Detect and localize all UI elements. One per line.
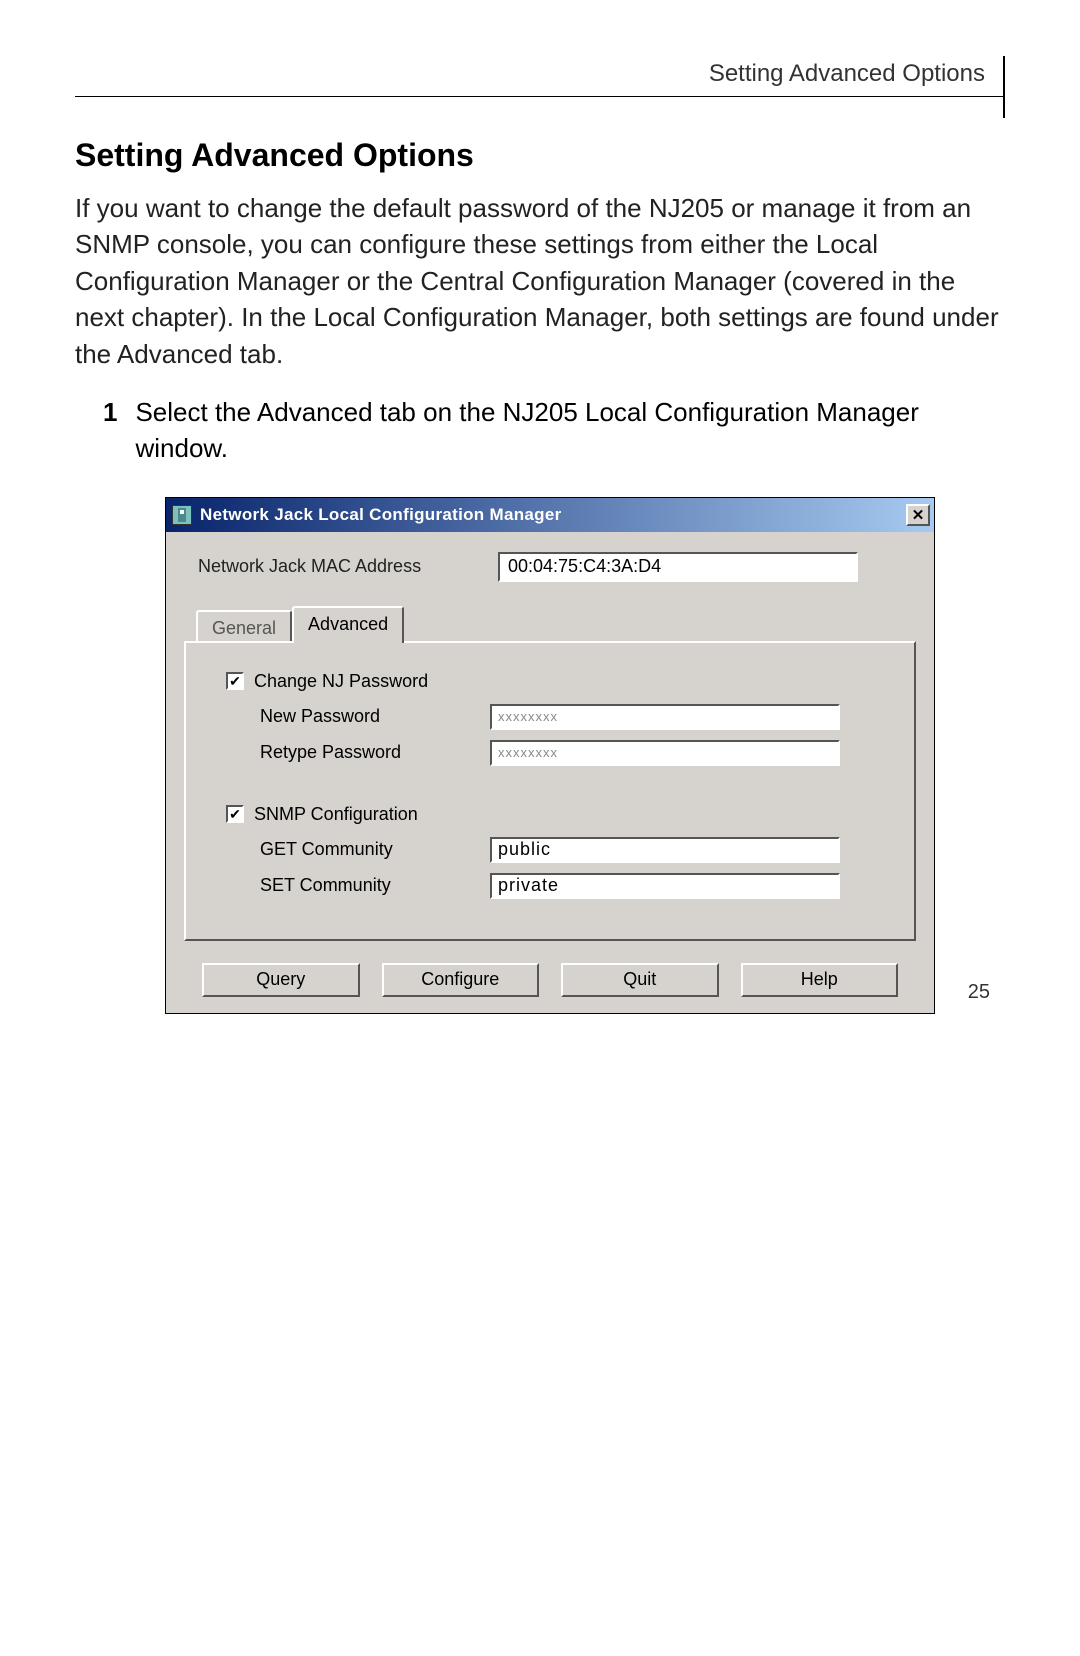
new-password-input[interactable] — [490, 704, 840, 730]
mac-label: Network Jack MAC Address — [198, 556, 478, 577]
change-password-checkbox[interactable]: ✔ — [226, 672, 244, 690]
intro-paragraph: If you want to change the default passwo… — [75, 190, 1005, 372]
header-rule — [75, 96, 1005, 97]
step-number: 1 — [103, 394, 117, 467]
new-password-label: New Password — [260, 706, 490, 727]
header-side-bar — [1003, 56, 1005, 118]
step-1: 1 Select the Advanced tab on the NJ205 L… — [103, 394, 1005, 467]
close-button[interactable]: ✕ — [906, 504, 930, 526]
window-title: Network Jack Local Configuration Manager — [200, 505, 906, 525]
set-community-label: SET Community — [260, 875, 490, 896]
advanced-panel: ✔ Change NJ Password New Password Retype… — [184, 641, 916, 941]
snmp-label: SNMP Configuration — [254, 804, 418, 825]
page-number: 25 — [968, 981, 990, 1004]
set-community-input[interactable] — [490, 873, 840, 899]
help-button[interactable]: Help — [741, 963, 899, 997]
get-community-label: GET Community — [260, 839, 490, 860]
mac-input[interactable] — [498, 552, 858, 582]
retype-password-input[interactable] — [490, 740, 840, 766]
query-button[interactable]: Query — [202, 963, 360, 997]
step-text: Select the Advanced tab on the NJ205 Loc… — [135, 394, 1005, 467]
get-community-input[interactable] — [490, 837, 840, 863]
tab-advanced[interactable]: Advanced — [292, 606, 404, 643]
app-icon — [172, 505, 192, 525]
configure-button[interactable]: Configure — [382, 963, 540, 997]
section-title: Setting Advanced Options — [75, 137, 1005, 174]
retype-password-label: Retype Password — [260, 742, 490, 763]
quit-button[interactable]: Quit — [561, 963, 719, 997]
page-header: Setting Advanced Options — [75, 60, 1005, 88]
tab-general[interactable]: General — [196, 610, 292, 641]
config-window: Network Jack Local Configuration Manager… — [165, 497, 935, 1014]
snmp-checkbox[interactable]: ✔ — [226, 805, 244, 823]
titlebar: Network Jack Local Configuration Manager… — [166, 498, 934, 532]
change-password-label: Change NJ Password — [254, 671, 428, 692]
